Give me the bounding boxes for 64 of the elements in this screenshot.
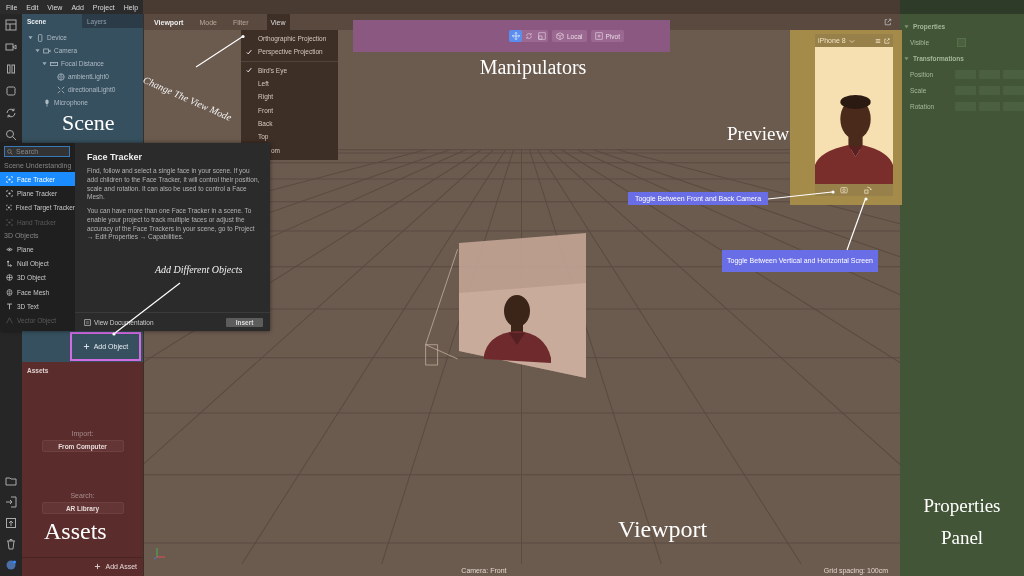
face-mesh-icon [6, 288, 13, 296]
stop-icon[interactable] [5, 85, 17, 97]
plus-icon [94, 563, 102, 570]
rotate-icon [524, 32, 533, 40]
text-icon [6, 303, 13, 310]
visible-checkbox[interactable] [957, 37, 966, 47]
search-icon[interactable] [5, 129, 17, 141]
caret-icon[interactable] [42, 61, 47, 66]
refresh-icon[interactable] [5, 107, 17, 119]
cube-icon [556, 32, 564, 40]
globe-icon [57, 72, 65, 81]
caret-icon[interactable] [848, 37, 855, 44]
trash-icon[interactable] [5, 538, 17, 550]
annotation-heading: Properties Panel [922, 494, 1002, 550]
rotate-screen-icon[interactable] [864, 186, 872, 194]
caret-icon[interactable] [904, 55, 909, 61]
folder-icon[interactable] [5, 475, 17, 487]
caret-icon[interactable] [28, 35, 33, 40]
pause-icon[interactable] [5, 63, 17, 75]
tracker-icon [6, 218, 13, 226]
search-icon [7, 148, 13, 155]
move-icon [511, 32, 520, 40]
caret-icon[interactable] [35, 48, 40, 53]
arrow-drawing [112, 282, 181, 336]
document-icon [84, 318, 91, 326]
pop-out-icon[interactable] [884, 37, 890, 44]
annotation-note: Add Different Objects [155, 264, 243, 275]
annotation-heading: Assets [44, 518, 107, 545]
vector-icon [6, 317, 13, 325]
null-object-icon [6, 260, 13, 268]
eye-icon [6, 245, 13, 253]
layout-icon[interactable] [5, 19, 17, 31]
avatar-icon[interactable] [5, 559, 17, 571]
directional-light-icon [57, 85, 65, 94]
focal-distance-icon [50, 59, 58, 68]
annotation-heading: Viewport [618, 516, 708, 543]
tracker-icon [6, 204, 12, 212]
annotation-heading: Manipulators [478, 56, 588, 79]
axis-icon [153, 546, 167, 560]
annotation-heading: Preview [727, 123, 790, 145]
dialog-title: Face Tracker [87, 152, 144, 162]
tracker-icon [6, 189, 13, 197]
plus-icon [82, 342, 90, 350]
video-camera-icon[interactable] [5, 41, 17, 53]
export-icon[interactable] [5, 517, 17, 529]
microphone-icon [43, 98, 51, 107]
cube-icon [6, 274, 13, 282]
arrow-drawing [767, 190, 835, 200]
camera-icon [43, 46, 51, 55]
annotation-heading: Scene [62, 110, 115, 136]
arrow-drawing [195, 34, 245, 68]
arrow-drawing [846, 197, 868, 251]
menu-icon[interactable] [875, 37, 881, 44]
pop-out-icon[interactable] [884, 18, 892, 26]
scale-icon [537, 32, 546, 40]
annotation-note: Change The View Mode [141, 74, 234, 123]
phone-icon [36, 33, 44, 42]
move-tool-button[interactable] [509, 30, 522, 42]
caret-icon[interactable] [904, 23, 909, 29]
scale-tool-button[interactable] [535, 30, 548, 42]
pivot-icon [594, 32, 603, 40]
sign-in-icon[interactable] [5, 496, 17, 508]
tracker-icon [6, 175, 13, 183]
switch-camera-icon[interactable] [840, 186, 848, 194]
